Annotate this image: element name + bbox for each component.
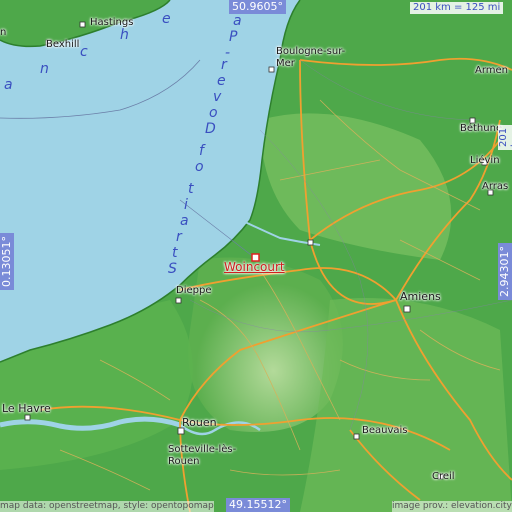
sea-label-strait-10: o	[209, 105, 219, 121]
sea-label-manche-5: e	[162, 11, 172, 27]
place-label-woincourt[interactable]: Woincourt	[224, 261, 285, 273]
sea-label-manche-2: n	[40, 61, 50, 77]
sea-label-strait-11: v	[213, 89, 223, 105]
place-label-beauvais[interactable]: Beauvais	[362, 426, 408, 436]
sea-label-strait-8: f	[199, 143, 205, 159]
sea-label-strait-4: a	[180, 213, 190, 229]
sea-label-strait-1: S	[168, 261, 178, 277]
sea-label-strait-15: P	[229, 29, 239, 45]
scale-right: 201 km = 125 mi	[498, 124, 512, 150]
place-label-rouen[interactable]: Rouen	[182, 417, 217, 428]
sea-label-strait-6: t	[188, 181, 195, 197]
place-label-hastings[interactable]: Hastings	[90, 18, 133, 28]
place-label-le-havre[interactable]: Le Havre	[2, 403, 51, 414]
sea-label-manche-1: a	[4, 77, 14, 93]
sea-label-manche-3: c	[80, 44, 89, 60]
place-label-partial[interactable]: n	[0, 28, 6, 38]
attribution-right: image prov.: elevation.city	[392, 501, 512, 512]
sea-label-strait-16: a	[233, 13, 243, 29]
terrain-south	[300, 298, 512, 512]
scale-top: 201 km = 125 mi	[410, 2, 504, 14]
attribution-left: map data: openstreetmap, style: opentopo…	[0, 501, 214, 512]
place-label-bexhill[interactable]: Bexhill	[46, 40, 79, 50]
place-label-boulogne[interactable]: Boulogne-sur- Mer	[276, 46, 345, 70]
coord-bottom: 49.15512°	[226, 498, 290, 512]
sea-label-strait-14: -	[225, 45, 232, 61]
map-base-layer	[0, 0, 512, 512]
sea-label-strait-5: i	[184, 197, 189, 213]
sea-label-manche-4: h	[120, 27, 130, 43]
place-label-lievin[interactable]: Liévin	[470, 156, 500, 166]
sea-label-strait-9: D	[205, 121, 217, 137]
place-label-amiens[interactable]: Amiens	[400, 291, 441, 302]
map-canvas[interactable]: a n c h e S t r a i t o f D o v e r - P …	[0, 0, 512, 512]
coord-top: 50.9605°	[229, 0, 286, 14]
place-label-dieppe[interactable]: Dieppe	[176, 286, 211, 296]
sea-label-strait-7: o	[195, 159, 205, 175]
sea-label-strait-12: e	[217, 73, 227, 89]
coord-right: 2.94301°	[498, 243, 512, 300]
sea-label-strait-3: r	[176, 229, 183, 245]
place-label-armentieres[interactable]: Armen	[475, 66, 508, 76]
coord-left: 0.13051°	[0, 233, 14, 290]
place-label-bethune[interactable]: Béthune	[460, 124, 502, 134]
place-label-sotteville[interactable]: Sotteville-lès- Rouen	[168, 444, 236, 468]
place-label-arras[interactable]: Arras	[482, 182, 508, 192]
place-label-creil[interactable]: Creil	[432, 472, 455, 482]
sea-label-strait-2: t	[172, 245, 179, 261]
